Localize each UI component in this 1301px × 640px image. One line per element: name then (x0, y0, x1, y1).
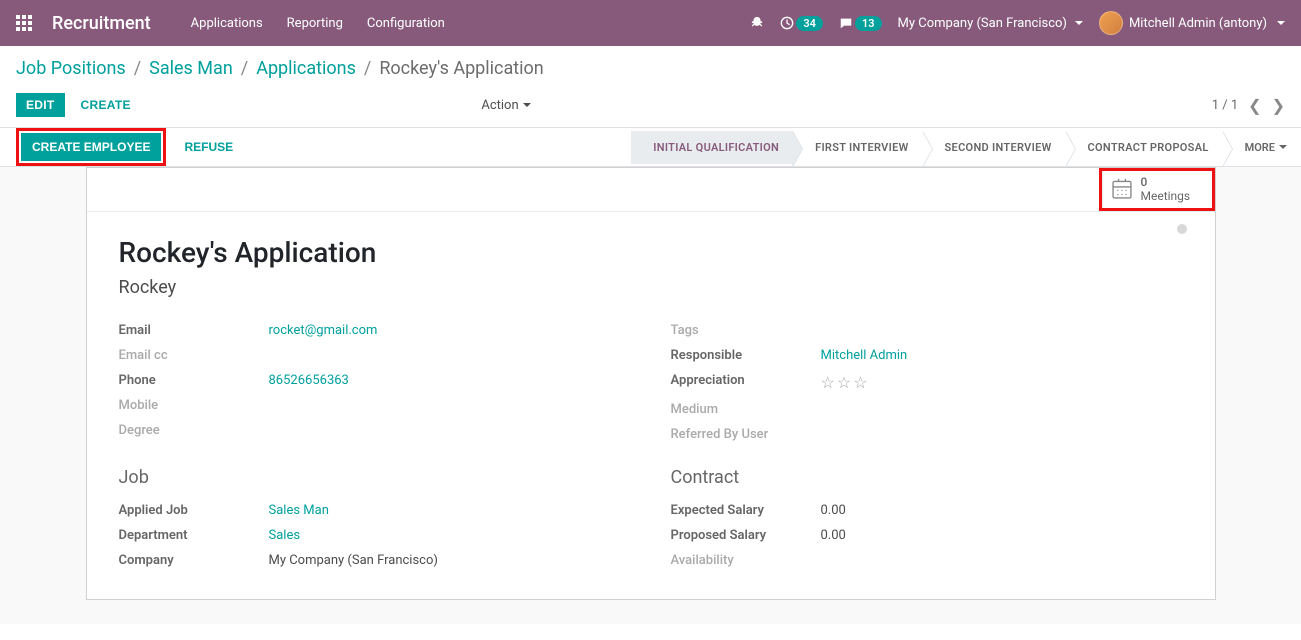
label-medium: Medium (671, 402, 821, 417)
label-mobile: Mobile (119, 398, 269, 413)
company-switcher[interactable]: My Company (San Francisco) (898, 16, 1083, 31)
star-icon[interactable]: ☆ (821, 373, 835, 392)
label-appreciation: Appreciation (671, 373, 821, 392)
label-applied-job: Applied Job (119, 503, 269, 518)
stage-contract-proposal[interactable]: Contract Proposal (1066, 131, 1223, 164)
activities-button[interactable]: 34 (780, 16, 823, 31)
caret-down-icon (1075, 21, 1083, 25)
value-responsible[interactable]: Mitchell Admin (821, 348, 908, 363)
value-proposed-salary: 0.00 (821, 528, 846, 543)
caret-down-icon (1279, 145, 1287, 149)
refuse-button[interactable]: Refuse (176, 134, 241, 160)
create-button[interactable]: Create (71, 93, 141, 117)
stage-first-interview[interactable]: First Interview (793, 131, 922, 164)
caret-down-icon (1277, 21, 1285, 25)
value-department[interactable]: Sales (269, 528, 301, 543)
label-phone: Phone (119, 373, 269, 388)
value-expected-salary: 0.00 (821, 503, 846, 518)
label-referred-by: Referred By User (671, 427, 821, 442)
meetings-label: Meetings (1141, 189, 1191, 203)
caret-down-icon (523, 103, 531, 107)
avatar (1099, 11, 1123, 35)
stage-second-interview[interactable]: Second Interview (923, 131, 1066, 164)
nav-applications[interactable]: Applications (191, 16, 263, 31)
activities-count: 34 (796, 16, 823, 31)
calendar-icon (1111, 178, 1133, 200)
value-appreciation[interactable]: ☆ ☆ ☆ (821, 373, 868, 392)
action-dropdown[interactable]: Action (481, 98, 530, 113)
label-degree: Degree (119, 423, 269, 438)
star-icon[interactable]: ☆ (837, 373, 851, 392)
breadcrumb-applications[interactable]: Applications (256, 58, 356, 79)
pager-prev[interactable]: ❮ (1248, 96, 1261, 115)
create-employee-button[interactable]: Create Employee (22, 134, 160, 160)
section-contract: Contract (671, 467, 1183, 488)
value-phone[interactable]: 86526656363 (269, 373, 349, 388)
nav-reporting[interactable]: Reporting (287, 16, 343, 31)
partner-name: Rockey (119, 277, 1183, 298)
label-email: Email (119, 323, 269, 338)
breadcrumb: Job Positions / Sales Man / Applications… (16, 58, 1285, 79)
breadcrumb-current: Rockey's Application (379, 58, 543, 79)
label-expected-salary: Expected Salary (671, 503, 821, 518)
meetings-button[interactable]: 0 Meetings (1102, 171, 1212, 208)
stage-more[interactable]: More (1223, 131, 1301, 164)
breadcrumb-job-positions[interactable]: Job Positions (16, 58, 126, 79)
pager-text: 1 / 1 (1212, 98, 1238, 113)
section-job: Job (119, 467, 631, 488)
value-email[interactable]: rocket@gmail.com (269, 323, 378, 338)
apps-menu-icon[interactable] (16, 15, 32, 31)
meetings-count: 0 (1141, 175, 1191, 189)
user-menu[interactable]: Mitchell Admin (antony) (1099, 11, 1285, 35)
label-responsible: Responsible (671, 348, 821, 363)
edit-button[interactable]: Edit (16, 93, 65, 117)
label-email-cc: Email cc (119, 348, 269, 363)
label-proposed-salary: Proposed Salary (671, 528, 821, 543)
pager-next[interactable]: ❯ (1272, 96, 1285, 115)
debug-icon[interactable] (750, 16, 764, 30)
breadcrumb-sales-man[interactable]: Sales Man (149, 58, 233, 79)
messages-button[interactable]: 13 (839, 16, 882, 31)
value-company: My Company (San Francisco) (269, 553, 438, 568)
nav-configuration[interactable]: Configuration (367, 16, 445, 31)
label-tags: Tags (671, 323, 821, 338)
module-brand: Recruitment (52, 13, 151, 34)
kanban-state[interactable] (1177, 224, 1187, 234)
label-availability: Availability (671, 553, 821, 568)
value-applied-job[interactable]: Sales Man (269, 503, 329, 518)
record-title: Rockey's Application (119, 236, 1183, 269)
stage-initial-qualification[interactable]: Initial Qualification (631, 131, 793, 164)
messages-count: 13 (855, 16, 882, 31)
label-company: Company (119, 553, 269, 568)
label-department: Department (119, 528, 269, 543)
star-icon[interactable]: ☆ (853, 373, 867, 392)
